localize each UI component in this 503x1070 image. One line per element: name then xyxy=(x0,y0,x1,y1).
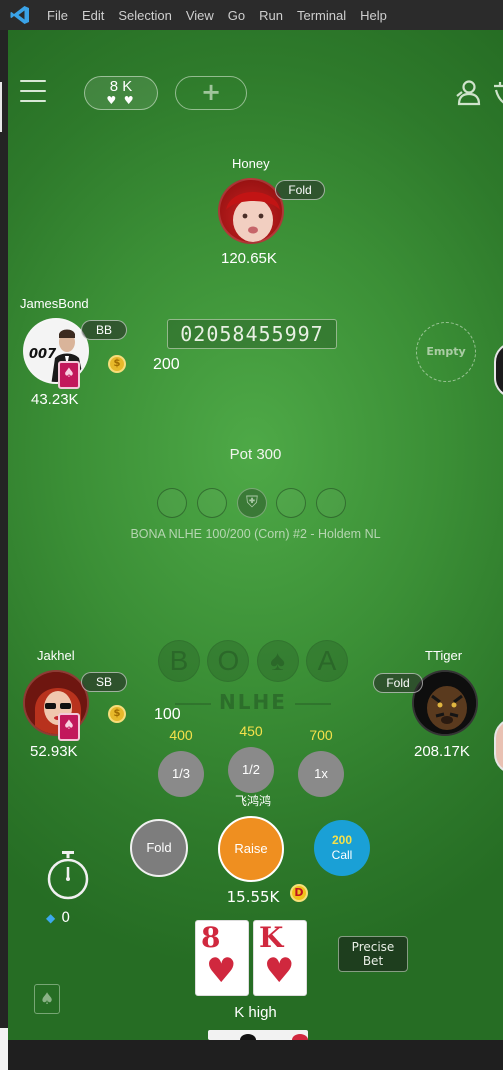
bona-logo: B O ♠ A NLHE xyxy=(158,640,348,714)
call-amount: 200 xyxy=(331,833,353,847)
board-card-slot-1 xyxy=(157,488,187,518)
player-name-jakhel: Jakhel xyxy=(37,648,75,663)
next-cards-peek xyxy=(208,1030,308,1040)
heart-icon: ♥ xyxy=(206,951,237,991)
menu-selection[interactable]: Selection xyxy=(111,8,178,23)
stack-jamesbond: 43.23K xyxy=(31,391,79,408)
menu-bar: File Edit Selection View Go Run Terminal… xyxy=(40,8,394,23)
title-bar: File Edit Selection View Go Run Terminal… xyxy=(0,0,503,30)
preset-value-2: 450 xyxy=(239,723,263,739)
gutter-panel xyxy=(0,1028,8,1070)
preset-button-third[interactable]: 1/3 xyxy=(158,751,204,797)
logo-letter-b: B xyxy=(158,640,200,682)
stack-honey: 120.65K xyxy=(221,250,277,267)
menu-view[interactable]: View xyxy=(179,8,221,23)
player-name-honey: Honey xyxy=(232,156,270,171)
hole-card-1: 8 ♥ xyxy=(195,920,249,996)
fold-button[interactable]: Fold xyxy=(130,819,188,877)
status-tag-honey: Fold xyxy=(275,180,325,200)
shield-icon: ⛨ xyxy=(237,488,267,518)
vscode-icon xyxy=(10,6,29,24)
player-name-jamesbond: JamesBond xyxy=(20,296,89,311)
call-label: Call xyxy=(331,848,353,862)
chips-balance-pill[interactable]: 8 K ♥ ♥ xyxy=(84,76,158,110)
menu-run[interactable]: Run xyxy=(252,8,290,23)
editor-gutter xyxy=(0,30,8,1070)
board-card-slot-4 xyxy=(276,488,306,518)
hand-number: 02058455997 xyxy=(180,322,324,346)
status-tag-ttiger: Fold xyxy=(373,673,423,693)
heart-icon: ♥ xyxy=(264,951,295,991)
preset-button-half[interactable]: 1/2 xyxy=(228,747,274,793)
preset-value-1: 400 xyxy=(169,727,193,743)
bet-jamesbond: 200 xyxy=(153,356,180,373)
pot-amount: Pot 300 xyxy=(229,446,282,463)
svg-text:007: 007 xyxy=(29,347,57,362)
menu-icon[interactable] xyxy=(20,80,46,102)
chip-icon-jakhel: $ xyxy=(108,705,126,723)
avatar-partial-right-upper xyxy=(494,342,503,398)
dealer-button: D xyxy=(290,884,308,902)
call-button[interactable]: 200 Call xyxy=(314,820,370,876)
cards-icon-jakhel: ♠ xyxy=(58,713,80,741)
precise-label-2: Bet xyxy=(362,954,384,968)
menu-edit[interactable]: Edit xyxy=(75,8,111,23)
table-info: BONA NLHE 100/200 (Corn) #2 - Holdem NL xyxy=(130,527,381,541)
status-tag-bb: BB xyxy=(81,320,127,340)
card-rank: 8 xyxy=(201,921,221,954)
hand-number-display: 02058455997 xyxy=(167,319,337,349)
status-tag-sb: SB xyxy=(81,672,127,692)
menu-file[interactable]: File xyxy=(40,8,75,23)
logo-spade-icon: ♠ xyxy=(256,640,299,682)
menu-terminal[interactable]: Terminal xyxy=(290,8,353,23)
hero-stack: 15.55K xyxy=(226,888,280,906)
logo-letter-a: A xyxy=(305,640,348,682)
precise-bet-button[interactable]: Precise Bet xyxy=(338,936,408,972)
cards-icon-jamesbond: ♠ xyxy=(58,361,80,389)
diamond-count: 0 xyxy=(61,910,71,926)
language-icon[interactable] xyxy=(492,78,503,108)
hearts-icon: ♥ ♥ xyxy=(106,94,136,107)
precise-label-1: Precise xyxy=(351,940,395,954)
diamond-icon: ◆ xyxy=(46,911,56,925)
logo-letter-o: O xyxy=(207,640,250,682)
board-card-slot-5 xyxy=(316,488,346,518)
card-rank: K xyxy=(259,921,284,954)
preset-button-pot[interactable]: 1x xyxy=(298,751,344,797)
logo-subtitle: NLHE xyxy=(158,690,348,714)
bet-jakhel: 100 xyxy=(154,706,181,723)
hero-name: 飞鸿鸿 xyxy=(234,794,271,808)
plus-icon: + xyxy=(200,78,222,106)
chips-value: 8 K xyxy=(109,78,133,95)
chip-icon-jamesbond: $ xyxy=(108,355,126,373)
diamond-balance: ◆ 0 xyxy=(46,910,70,926)
board-card-slot-2 xyxy=(197,488,227,518)
raise-button[interactable]: Raise xyxy=(218,816,284,882)
user-switch-icon[interactable] xyxy=(454,78,484,108)
hole-card-2: K ♥ xyxy=(253,920,307,996)
add-button[interactable]: + xyxy=(175,76,247,110)
stopwatch-icon[interactable] xyxy=(46,850,90,900)
stack-ttiger: 208.17K xyxy=(414,743,470,760)
poker-table: 8 K ♥ ♥ + Honey Fold 120.65K JamesBond 0… xyxy=(8,30,503,1040)
stack-jakhel: 52.93K xyxy=(30,743,78,760)
player-name-ttiger: TTiger xyxy=(425,648,463,663)
tiger-portrait-icon xyxy=(414,672,476,734)
menu-go[interactable]: Go xyxy=(221,8,252,23)
empty-seat[interactable]: Empty xyxy=(416,322,476,382)
gutter-marker xyxy=(0,82,2,132)
preset-value-3: 700 xyxy=(309,727,333,743)
avatar-partial-right-lower xyxy=(494,718,503,774)
menu-help[interactable]: Help xyxy=(353,8,394,23)
hand-description: K high xyxy=(234,1004,277,1021)
